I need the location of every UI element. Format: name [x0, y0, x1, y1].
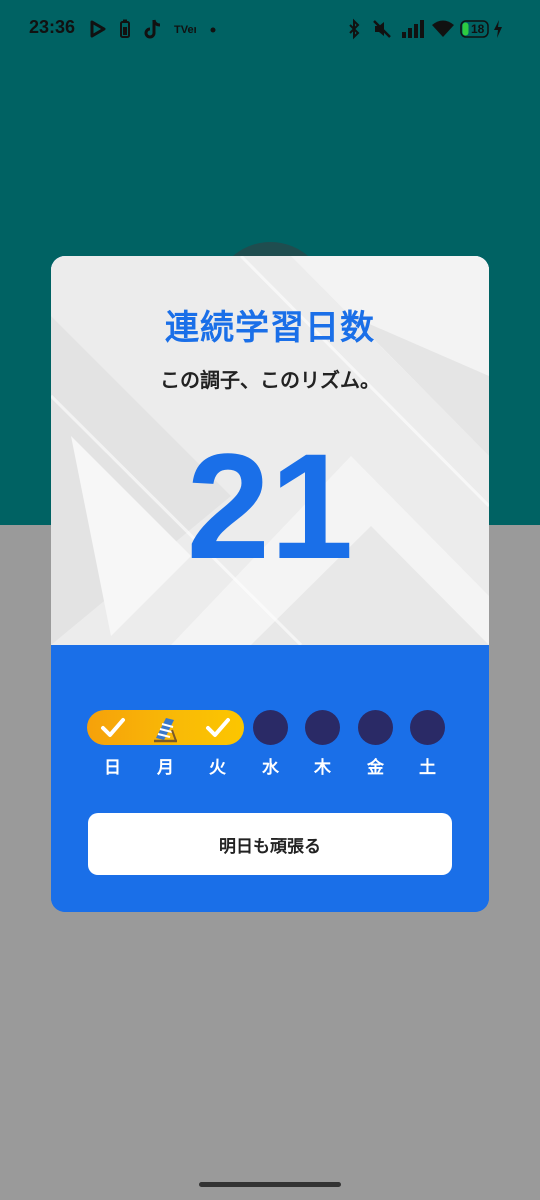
check-icon	[101, 718, 125, 737]
signal-icon	[402, 20, 424, 38]
screen: 23:36 TVer 18 連続学習日数 この調子、このリズム。 21 日 月 …	[0, 0, 540, 1200]
card-header: 連続学習日数 この調子、このリズム。 21	[51, 256, 489, 645]
day-label-tuesday: 火	[209, 758, 226, 778]
svg-text:TVer: TVer	[174, 24, 196, 36]
tiktok-icon	[144, 19, 161, 39]
day-label-wednesday: 水	[262, 758, 279, 778]
wifi-icon	[432, 20, 454, 37]
day-dot-thursday	[305, 710, 340, 745]
battery-saver-icon	[120, 19, 130, 38]
status-bar: 23:36 TVer 18	[0, 0, 540, 60]
day-dot-wednesday	[253, 710, 288, 745]
day-label-thursday: 木	[314, 758, 331, 778]
day-label-monday: 月	[157, 758, 174, 778]
day-dot-saturday	[410, 710, 445, 745]
streak-card: 連続学習日数 この調子、このリズム。 21 日 月 火 水 木 金 土 明日も頑…	[51, 256, 489, 912]
continue-button[interactable]: 明日も頑張る	[88, 813, 452, 875]
day-label-sunday: 日	[104, 758, 121, 778]
check-icon	[206, 718, 230, 737]
status-time: 23:36	[29, 17, 76, 37]
home-indicator[interactable]	[199, 1182, 341, 1187]
day-dot-friday	[358, 710, 393, 745]
day-label-saturday: 土	[419, 758, 436, 778]
week-progress-panel: 日 月 火 水 木 金 土 明日も頑張る	[51, 645, 489, 912]
day-label-friday: 金	[367, 758, 384, 778]
beach-chair-icon	[154, 718, 177, 743]
card-subtitle: この調子、このリズム。	[160, 368, 380, 392]
tver-icon: TVer	[174, 24, 196, 36]
bluetooth-icon	[349, 18, 360, 40]
dot-icon	[210, 27, 216, 33]
card-title: 連続学習日数	[165, 308, 375, 348]
battery-level: 18	[471, 22, 485, 36]
streak-count: 21	[186, 422, 354, 590]
play-icon	[90, 20, 106, 38]
charging-icon	[494, 20, 502, 38]
mute-icon	[373, 20, 391, 38]
